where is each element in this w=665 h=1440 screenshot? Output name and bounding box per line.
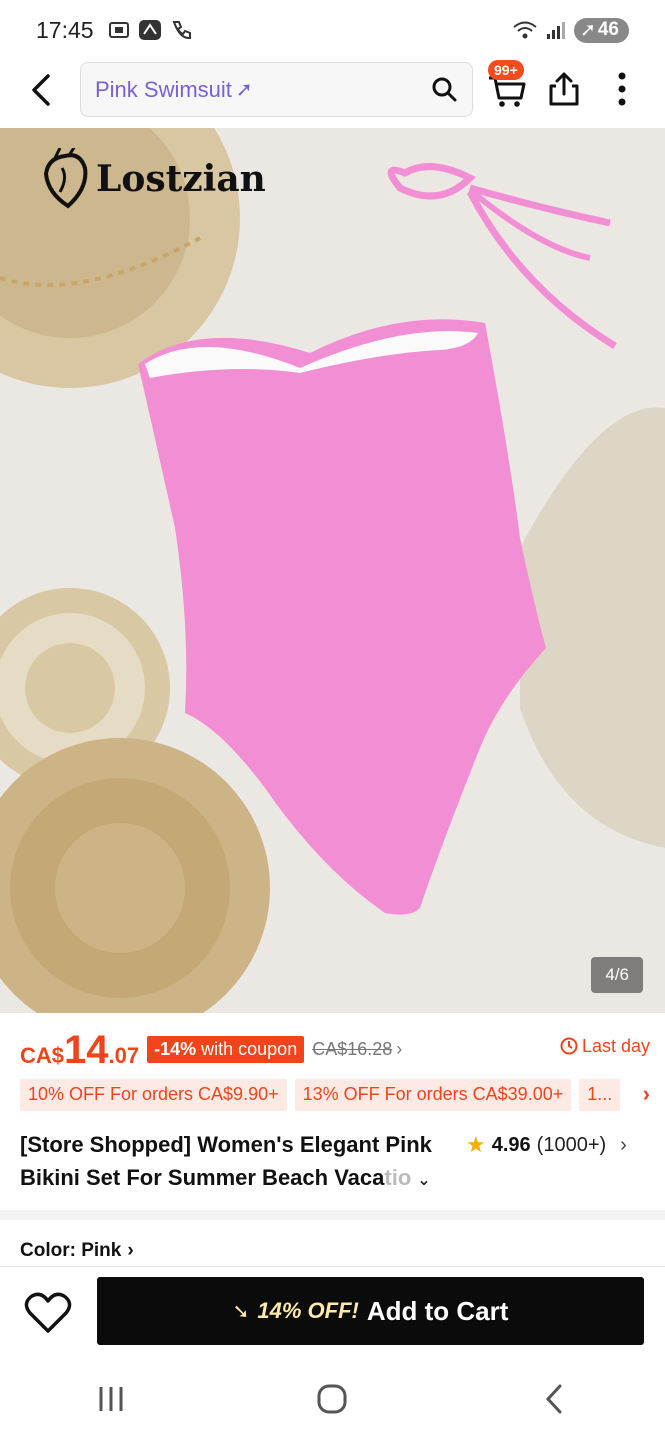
promo-chip[interactable]: 1...	[579, 1079, 621, 1111]
coupon-percent: -14%	[154, 1039, 197, 1059]
title-line-2: Bikini Set For Summer Beach Vacatio ⌄	[20, 1161, 450, 1197]
brand-name: Lostzian	[96, 158, 266, 200]
chevron-right-icon[interactable]: ›	[396, 1039, 402, 1060]
title-line-2-text: Bikini Set For Summer Beach Vaca	[20, 1165, 385, 1190]
clock-icon	[560, 1037, 578, 1055]
search-input[interactable]: Pink Swimsuit ➚	[80, 62, 473, 117]
add-to-cart-label: Add to Cart	[366, 1295, 509, 1326]
chevron-right-icon: ›	[127, 1240, 134, 1261]
swimsuit-photo	[0, 128, 665, 1013]
promo-row: 10% OFF For orders CA$9.90+ 13% OFF For …	[20, 1079, 650, 1111]
price-currency: CA$	[20, 1043, 65, 1068]
recent-apps-button[interactable]	[81, 1379, 141, 1419]
brand-logo: Lostzian	[40, 148, 266, 210]
notification-icons	[108, 19, 192, 41]
phone-notification-icon	[172, 21, 191, 40]
top-nav: Pink Swimsuit ➚ 99+	[0, 58, 665, 124]
promo-chip[interactable]: 10% OFF For orders CA$9.90+	[20, 1079, 287, 1111]
search-icon[interactable]	[430, 75, 458, 103]
status-time: 17:45	[36, 16, 94, 43]
system-icons: ➚ 46	[512, 17, 629, 43]
discount-text: 14% OFF!	[257, 1298, 359, 1323]
search-query: Pink Swimsuit	[95, 76, 232, 102]
chevron-right-icon: ›	[620, 1133, 627, 1156]
heart-icon[interactable]	[24, 1291, 72, 1335]
charging-icon: ➚	[579, 19, 596, 41]
trend-down-icon: ➘	[232, 1300, 250, 1323]
rating[interactable]: ★ 4.96 (1000+) ›	[466, 1132, 627, 1158]
color-label: Color: Pink	[20, 1240, 122, 1261]
promo-chip[interactable]: 13% OFF For orders CA$39.00+	[294, 1079, 572, 1111]
battery-indicator: ➚ 46	[573, 17, 629, 43]
status-bar: 17:45 ➚ 46	[0, 0, 665, 60]
home-button[interactable]	[302, 1379, 362, 1419]
title-line-1: [Store Shopped] Women's Elegant Pink	[20, 1132, 432, 1157]
chevron-right-icon[interactable]: ›	[643, 1081, 650, 1107]
recent-apps-icon	[99, 1386, 123, 1411]
system-navigation-bar	[0, 1357, 665, 1440]
back-button[interactable]	[524, 1379, 584, 1419]
section-divider	[0, 1210, 665, 1220]
share-icon[interactable]	[546, 70, 582, 108]
bottom-action-bar: ➘ 14% OFF! Add to Cart	[0, 1267, 665, 1357]
product-title[interactable]: [Store Shopped] Women's Elegant Pink Bik…	[20, 1128, 450, 1197]
image-counter: 4/6	[591, 957, 643, 993]
signal-icon	[546, 22, 565, 39]
wifi-icon	[513, 21, 537, 39]
coupon-text: with coupon	[196, 1039, 298, 1059]
screenshot-icon	[108, 22, 129, 38]
rating-value: 4.96	[491, 1133, 531, 1156]
deadline-badge: Last day	[560, 1036, 650, 1057]
product-image-carousel[interactable]: Lostzian 4/6	[0, 128, 665, 1013]
cart-count-badge: 99+	[488, 60, 524, 80]
price-row: CA$ 14 .07 -14% with coupon CA$16.28 › L…	[20, 1028, 650, 1072]
price-decimal: .07	[108, 1043, 140, 1068]
coupon-badge[interactable]: -14% with coupon	[147, 1036, 305, 1063]
deadline-text: Last day	[581, 1035, 650, 1056]
rating-count: (1000+)	[536, 1133, 607, 1156]
app-notification-icon	[138, 20, 161, 40]
title-fade-text: tio	[384, 1165, 412, 1190]
battery-level: 46	[597, 19, 619, 40]
color-selector[interactable]: Color: Pink ›	[20, 1240, 134, 1262]
chevron-down-icon[interactable]: ⌄	[417, 1172, 430, 1189]
trending-arrow-icon: ➚	[235, 79, 253, 101]
price-integer: 14	[64, 1028, 109, 1072]
more-options-icon[interactable]	[612, 70, 632, 108]
product-page: 17:45 ➚ 46 Pink Swimsuit ➚ 99+ Lostzian …	[0, 0, 665, 1440]
back-nav-icon	[546, 1384, 562, 1413]
home-icon	[317, 1384, 347, 1413]
original-price[interactable]: CA$16.28	[312, 1039, 392, 1060]
brand-crest-icon	[43, 148, 88, 209]
back-arrow-icon[interactable]	[26, 72, 58, 108]
add-to-cart-button[interactable]: ➘ 14% OFF! Add to Cart	[97, 1277, 644, 1345]
star-icon: ★	[466, 1132, 486, 1157]
